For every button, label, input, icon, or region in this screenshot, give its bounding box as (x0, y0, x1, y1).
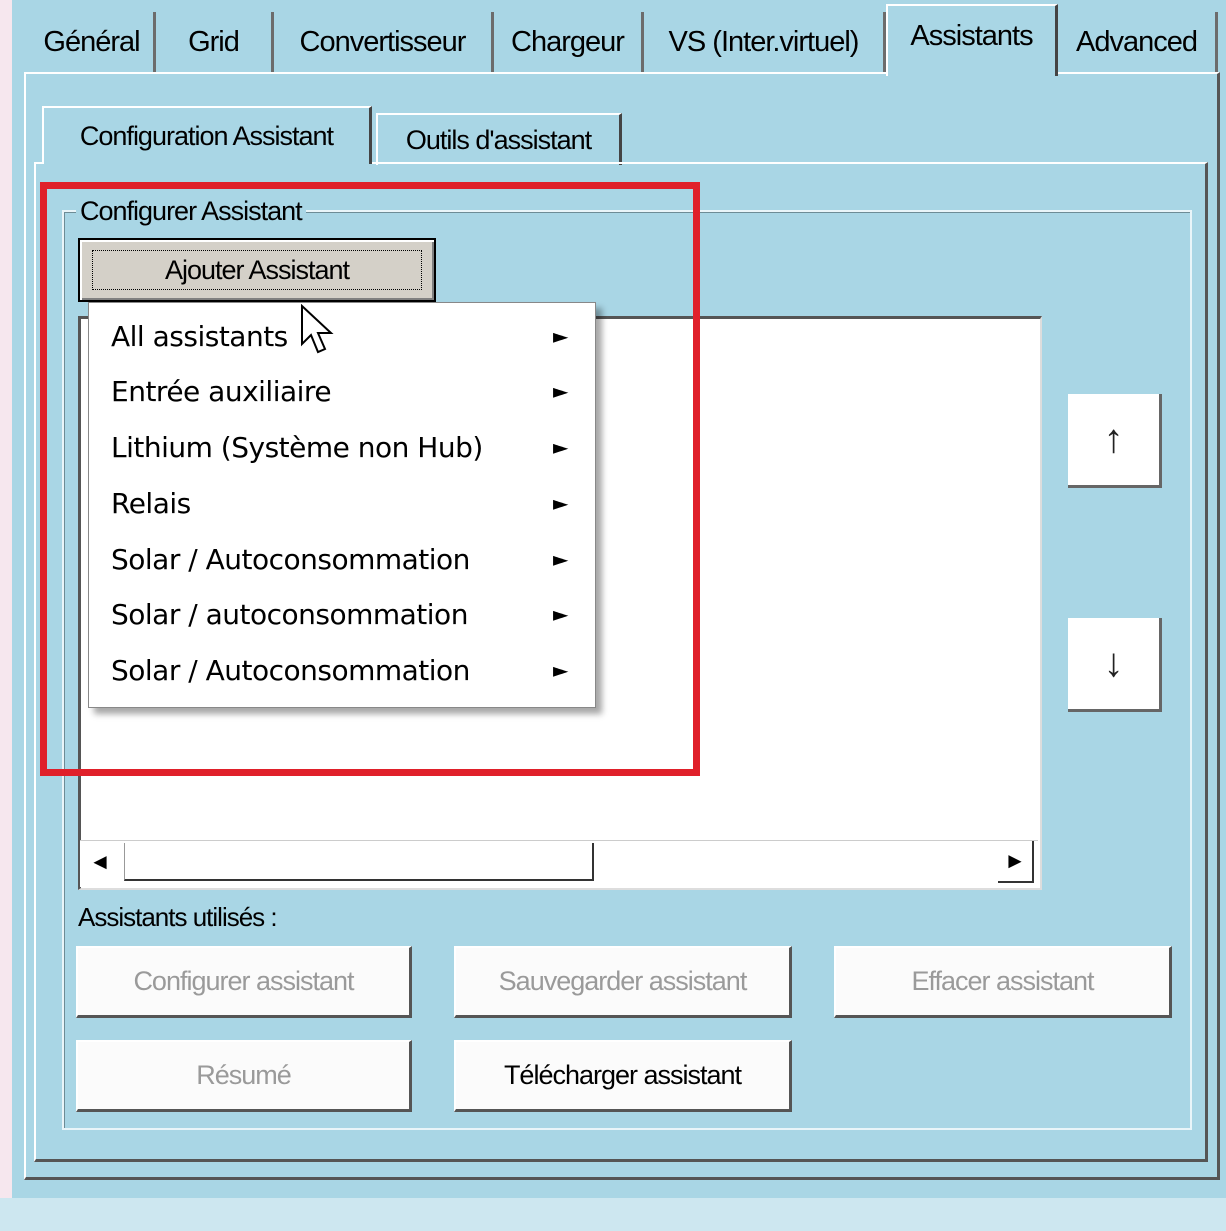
menu-item-solar-2[interactable]: Solar / autoconsommation ► (89, 589, 595, 639)
menu-item-all-assistants[interactable]: All assistants ► (89, 311, 595, 361)
used-assistants-label: Assistants utilisés : (78, 902, 278, 932)
group-legend: Configurer Assistant (76, 196, 306, 227)
mouse-cursor-icon (301, 304, 334, 354)
tab-assistants[interactable]: Assistants (886, 4, 1058, 76)
menu-item-label: Solar / Autoconsommation (111, 542, 470, 576)
submenu-arrow-icon: ► (553, 324, 568, 348)
add-assistant-button[interactable]: Ajouter Assistant (78, 238, 436, 302)
arrow-down-icon: ↓ (1103, 641, 1124, 685)
submenu-arrow-icon: ► (553, 435, 568, 459)
menu-item-solar-1[interactable]: Solar / Autoconsommation ► (89, 534, 595, 584)
submenu-arrow-icon: ► (553, 658, 568, 682)
delete-assistant-button[interactable]: Effacer assistant (834, 946, 1172, 1018)
move-up-button[interactable]: ↑ (1068, 394, 1162, 488)
submenu-arrow-icon: ► (553, 547, 568, 571)
download-assistant-button[interactable]: Télécharger assistant (454, 1040, 792, 1112)
menu-item-label: Lithium (Système non Hub) (111, 430, 483, 464)
menu-item-label: Entrée auxiliaire (111, 374, 332, 408)
scroll-left-icon[interactable]: ◄ (82, 841, 118, 883)
save-assistant-button[interactable]: Sauvegarder assistant (454, 946, 792, 1018)
tab-chargeur[interactable]: Chargeur (494, 12, 644, 72)
menu-item-relais[interactable]: Relais ► (89, 478, 595, 528)
menu-item-lithium[interactable]: Lithium (Système non Hub) ► (89, 422, 595, 472)
menu-item-label: Relais (111, 486, 191, 520)
submenu-arrow-icon: ► (553, 491, 568, 515)
menu-item-label: All assistants (111, 319, 288, 353)
window-edge (0, 0, 12, 1231)
menu-item-solar-3[interactable]: Solar / Autoconsommation ► (89, 645, 595, 695)
menu-item-entree-auxiliaire[interactable]: Entrée auxiliaire ► (89, 366, 595, 416)
scroll-right-icon[interactable]: ► (998, 841, 1034, 883)
tab-vs-inter-virtuel[interactable]: VS (Inter.virtuel) (644, 12, 886, 72)
move-down-button[interactable]: ↓ (1068, 618, 1162, 712)
tab-convertisseur[interactable]: Convertisseur (274, 12, 494, 72)
subtab-configuration-assistant[interactable]: Configuration Assistant (42, 106, 372, 164)
tab-advanced[interactable]: Advanced (1058, 12, 1218, 72)
tab-general[interactable]: Général (30, 12, 156, 72)
window-bottom-strip (0, 1198, 1226, 1231)
summary-button[interactable]: Résumé (76, 1040, 412, 1112)
horizontal-scrollbar[interactable]: ◄ ► (80, 840, 1038, 887)
scrollbar-thumb[interactable] (124, 843, 594, 881)
submenu-arrow-icon: ► (553, 379, 568, 403)
configure-assistant-button[interactable]: Configurer assistant (76, 946, 412, 1018)
menu-item-label: Solar / Autoconsommation (111, 653, 470, 687)
add-assistant-menu: All assistants ► Entrée auxiliaire ► Lit… (88, 302, 596, 708)
menu-item-label: Solar / autoconsommation (111, 597, 468, 631)
tab-grid[interactable]: Grid (156, 12, 274, 72)
add-assistant-label: Ajouter Assistant (164, 254, 350, 285)
submenu-arrow-icon: ► (553, 602, 568, 626)
subtab-outils-assistant[interactable]: Outils d'assistant (376, 113, 622, 165)
arrow-up-icon: ↑ (1103, 417, 1124, 461)
